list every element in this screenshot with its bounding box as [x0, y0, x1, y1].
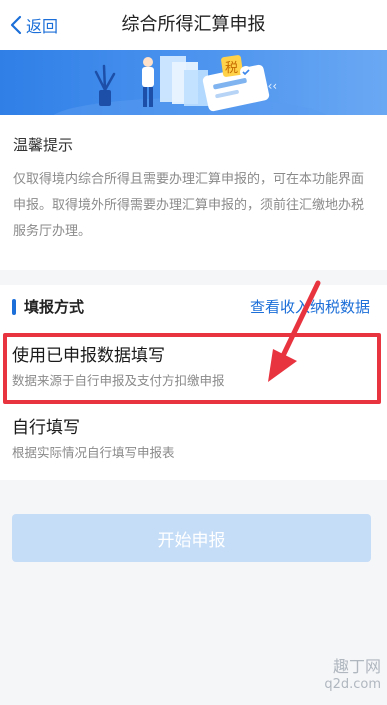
svg-text:‹‹‹‹: ‹‹‹‹ — [258, 79, 277, 93]
plant-icon — [94, 64, 116, 106]
notice-body: 仅取得境内综合所得且需要办理汇算申报的，可在本功能界面申报。取得境外所得需要办理… — [13, 172, 365, 239]
start-declaration-button[interactable]: 开始申报 — [12, 514, 371, 562]
banner-illustration: 税 ‹‹‹‹ — [53, 55, 327, 115]
watermark-logo-text: 趣丁网 — [332, 657, 381, 676]
watermark: 趣丁网 q2d.com — [311, 657, 381, 697]
option-title: 使用已申报数据填写 — [12, 346, 165, 366]
notice-section: 温馨提示 仅取得境内综合所得且需要办理汇算申报的，可在本功能界面申报。取得境外所… — [0, 115, 387, 270]
section-accent-bar — [12, 299, 16, 315]
banner: 税 ‹‹‹‹ — [0, 50, 387, 115]
page: 返回 综合所得汇算申报 税 ‹‹‹‹ 温馨提示 仅取得境内综合所得且需要办理汇算… — [0, 0, 387, 705]
tax-badge-icon: 税 — [221, 55, 252, 78]
filing-method-section: 填报方式 查看收入纳税数据 使用已申报数据填写 数据来源于自行申报及支付方扣缴申… — [0, 285, 387, 480]
nav-bar: 返回 综合所得汇算申报 — [0, 0, 387, 50]
option-title: 自行填写 — [12, 418, 80, 438]
svg-text:税: 税 — [225, 61, 238, 76]
document-panels — [160, 56, 208, 106]
option-description: 数据来源于自行申报及支付方扣缴申报 — [12, 373, 225, 388]
option-use-declared-data[interactable]: 使用已申报数据填写 数据来源于自行申报及支付方扣缴申报 — [0, 335, 387, 403]
notice-title: 温馨提示 — [13, 136, 74, 154]
option-description: 根据实际情况自行填写申报表 — [12, 445, 175, 460]
section-title: 填报方式 — [24, 298, 85, 316]
watermark-domain: q2d.com — [324, 677, 381, 692]
page-title: 综合所得汇算申报 — [121, 14, 266, 35]
view-income-tax-data-link[interactable]: 查看收入纳税数据 — [250, 296, 370, 318]
option-self-fill[interactable]: 自行填写 根据实际情况自行填写申报表 — [0, 413, 387, 471]
section-header: 填报方式 查看收入纳税数据 — [0, 285, 387, 329]
